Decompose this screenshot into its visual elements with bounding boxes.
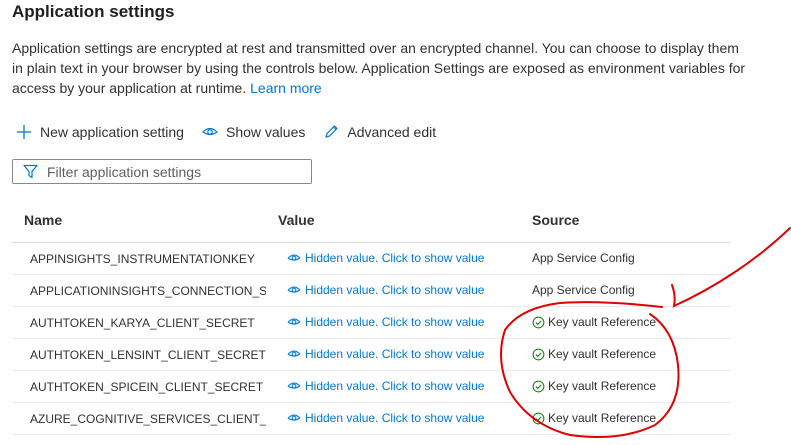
column-header-source[interactable]: Source [532, 212, 579, 228]
source-text: App Service Config [532, 251, 635, 265]
source-cell: App Service Config [532, 283, 635, 297]
setting-name[interactable]: AZURE_COGNITIVE_SERVICES_CLIENT_SECRET [30, 412, 266, 426]
funnel-icon [23, 164, 38, 179]
hidden-value-link[interactable]: Hidden value. Click to show value [287, 251, 484, 265]
hidden-value-link[interactable]: Hidden value. Click to show value [287, 283, 484, 297]
show-values-label: Show values [225, 124, 306, 140]
source-cell: App Service Config [532, 251, 635, 265]
plus-icon [17, 125, 31, 139]
setting-name[interactable]: AUTHTOKEN_KARYA_CLIENT_SECRET [30, 316, 266, 330]
eye-icon [287, 286, 301, 293]
source-cell: Key vault Reference [532, 315, 656, 329]
hidden-value-link[interactable]: Hidden value. Click to show value [287, 379, 484, 393]
table-row[interactable]: AUTHTOKEN_LENSINT_CLIENT_SECRET Hidden v… [12, 339, 730, 371]
hidden-value-text: Hidden value. Click to show value [305, 379, 485, 393]
source-text: Key vault Reference [548, 411, 657, 425]
eye-icon [287, 318, 301, 325]
hidden-value-text: Hidden value. Click to show value [305, 251, 485, 265]
source-text: Key vault Reference [548, 379, 657, 393]
setting-name[interactable]: AUTHTOKEN_SPICEIN_CLIENT_SECRET [30, 380, 266, 394]
page-description: Application settings are encrypted at re… [12, 38, 752, 98]
new-application-setting-label: New application setting [40, 124, 184, 140]
check-circle-icon [532, 380, 545, 392]
table-row[interactable]: AZURE_COGNITIVE_SERVICES_CLIENT_SECRET H… [12, 403, 730, 435]
setting-name[interactable]: APPLICATIONINSIGHTS_CONNECTION_STRING [30, 284, 266, 298]
learn-more-link[interactable]: Learn more [250, 80, 322, 96]
eye-icon [202, 127, 218, 136]
source-text: Key vault Reference [548, 347, 657, 361]
check-circle-icon [532, 316, 545, 328]
eye-icon [287, 414, 301, 421]
advanced-edit-label: Advanced edit [347, 124, 437, 140]
check-circle-icon [532, 348, 545, 360]
check-circle-icon [532, 412, 545, 424]
table-row[interactable]: APPINSIGHTS_INSTRUMENTATIONKEY Hidden va… [12, 243, 730, 275]
eye-icon [287, 350, 301, 357]
setting-name[interactable]: AUTHTOKEN_LENSINT_CLIENT_SECRET [30, 348, 266, 362]
table-row[interactable]: AUTHTOKEN_KARYA_CLIENT_SECRET Hidden val… [12, 307, 730, 339]
column-header-value[interactable]: Value [278, 212, 315, 228]
filter-input[interactable] [47, 163, 287, 180]
column-header-name[interactable]: Name [24, 212, 62, 228]
advanced-edit-button[interactable]: Advanced edit [323, 124, 436, 140]
source-text: Key vault Reference [548, 315, 657, 329]
setting-name[interactable]: APPINSIGHTS_INSTRUMENTATIONKEY [30, 252, 266, 266]
table-row[interactable]: AUTHTOKEN_SPICEIN_CLIENT_SECRET Hidden v… [12, 371, 730, 403]
table-row[interactable]: APPLICATIONINSIGHTS_CONNECTION_STRING Hi… [12, 275, 730, 307]
hidden-value-link[interactable]: Hidden value. Click to show value [287, 411, 484, 425]
eye-icon [287, 254, 301, 261]
hidden-value-text: Hidden value. Click to show value [305, 283, 485, 297]
eye-icon [287, 382, 301, 389]
page-title: Application settings [12, 2, 175, 21]
hidden-value-text: Hidden value. Click to show value [305, 315, 485, 329]
source-cell: Key vault Reference [532, 379, 656, 393]
hidden-value-link[interactable]: Hidden value. Click to show value [287, 347, 484, 361]
source-cell: Key vault Reference [532, 411, 656, 425]
hidden-value-link[interactable]: Hidden value. Click to show value [287, 315, 484, 329]
source-text: App Service Config [532, 283, 635, 297]
filter-box [12, 159, 312, 184]
description-text: Application settings are encrypted at re… [12, 40, 746, 96]
pencil-icon [325, 125, 338, 138]
toolbar: New application setting Show values Adva… [16, 124, 454, 140]
hidden-value-text: Hidden value. Click to show value [305, 411, 485, 425]
new-application-setting-button[interactable]: New application setting [16, 124, 184, 140]
show-values-button[interactable]: Show values [202, 124, 305, 140]
hidden-value-text: Hidden value. Click to show value [305, 347, 485, 361]
source-cell: Key vault Reference [532, 347, 656, 361]
